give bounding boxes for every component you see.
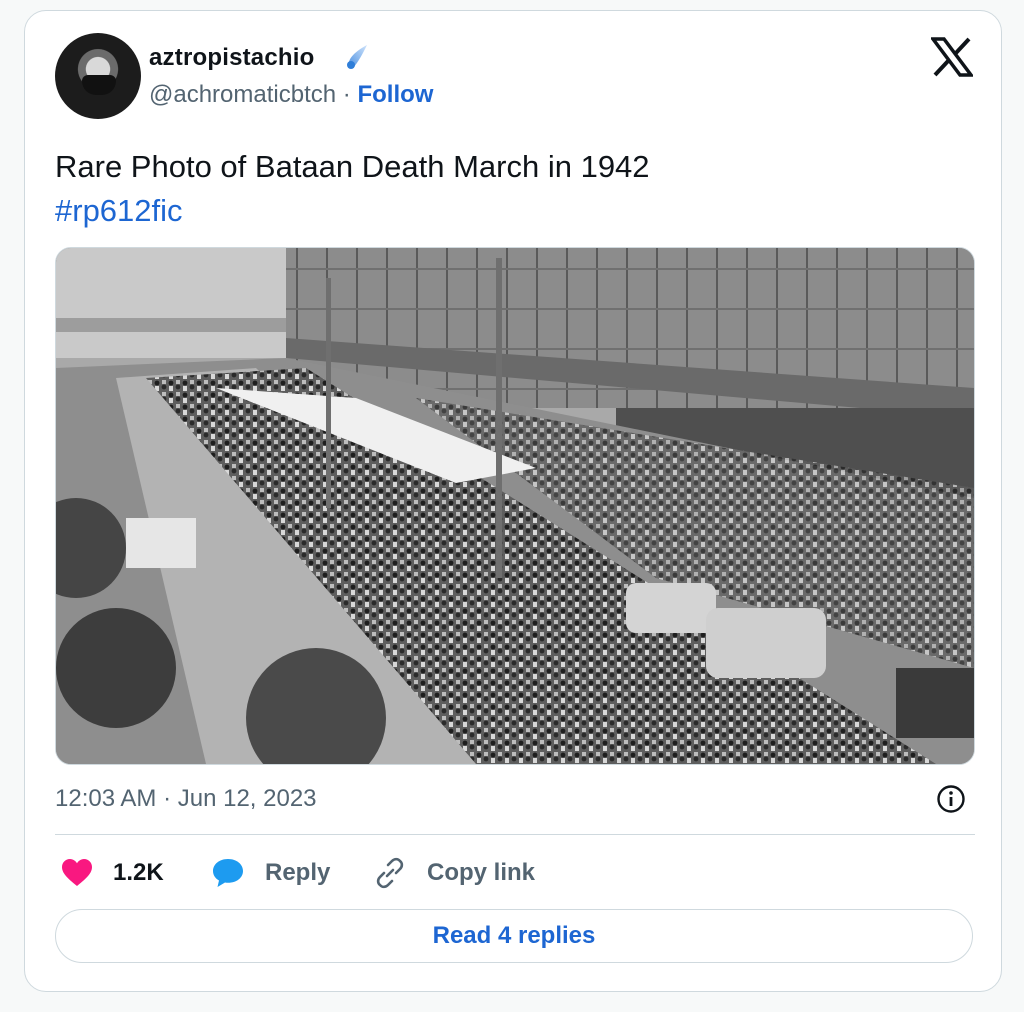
handle[interactable]: @achromaticbtch bbox=[149, 81, 336, 108]
timestamp[interactable]: 12:03 AM · Jun 12, 2023 bbox=[55, 785, 317, 813]
handle-row: @achromaticbtch · Follow bbox=[149, 81, 433, 109]
reply-button[interactable]: Reply bbox=[211, 851, 330, 895]
comet-badge-icon bbox=[347, 45, 367, 69]
tweet-body: Rare Photo of Bataan Death March in 1942 bbox=[55, 149, 650, 184]
link-icon bbox=[376, 857, 404, 889]
read-replies-label: Read 4 replies bbox=[432, 922, 596, 949]
avatar[interactable] bbox=[55, 33, 141, 119]
hashtag-link[interactable]: #rp612fic bbox=[55, 189, 650, 233]
display-name[interactable]: aztropistachio bbox=[149, 44, 315, 72]
action-bar: 1.2K Reply Copy link bbox=[55, 851, 975, 895]
info-icon[interactable] bbox=[935, 783, 967, 815]
x-logo-icon[interactable] bbox=[931, 37, 973, 77]
tweet-photo[interactable] bbox=[55, 247, 975, 765]
divider bbox=[55, 834, 975, 835]
read-replies-button[interactable]: Read 4 replies bbox=[55, 909, 973, 963]
follow-button[interactable]: Follow bbox=[357, 81, 433, 108]
avatar-mask-detail bbox=[82, 75, 116, 95]
copy-link-label: Copy link bbox=[427, 859, 536, 886]
like-button[interactable]: 1.2K bbox=[61, 851, 164, 895]
separator: · bbox=[342, 81, 351, 108]
tweet-card: aztropistachio @achromaticbtch · Follow … bbox=[24, 10, 1002, 992]
speech-bubble-icon bbox=[213, 859, 243, 887]
copy-link-button[interactable]: Copy link bbox=[373, 851, 535, 895]
tweet-text: Rare Photo of Bataan Death March in 1942… bbox=[55, 145, 650, 233]
heart-icon bbox=[62, 859, 92, 886]
reply-label: Reply bbox=[265, 859, 331, 886]
like-count: 1.2K bbox=[113, 859, 164, 886]
